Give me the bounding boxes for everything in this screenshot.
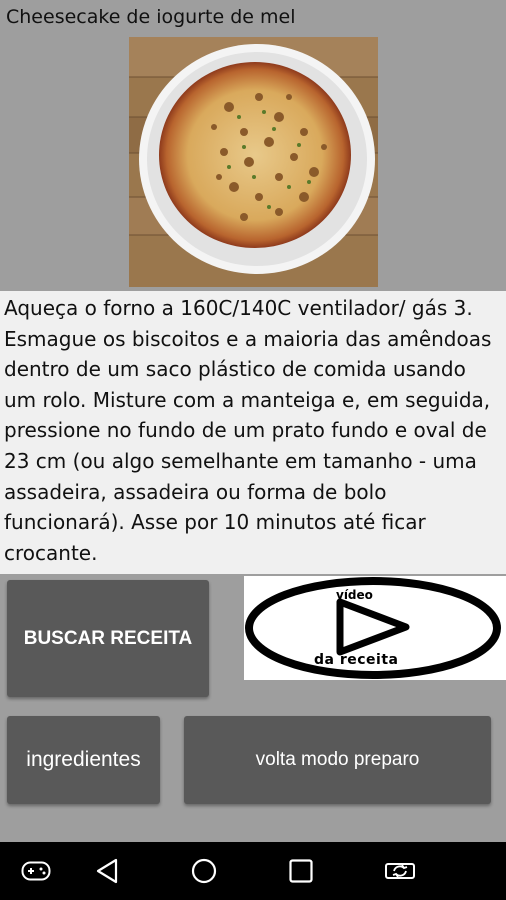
ingredients-button[interactable]: ingredientes bbox=[7, 716, 160, 804]
recipe-photo bbox=[129, 37, 378, 287]
home-icon[interactable] bbox=[190, 857, 218, 885]
recents-icon[interactable] bbox=[288, 858, 314, 884]
recipe-description: Aqueça o forno a 160C/140C ventilador/ g… bbox=[0, 291, 506, 574]
recipe-title: Cheesecake de iogurte de mel bbox=[6, 6, 296, 28]
video-recipe-button[interactable]: vídeo da receita bbox=[244, 576, 506, 680]
back-icon[interactable] bbox=[94, 857, 120, 885]
play-icon bbox=[336, 598, 410, 656]
search-recipe-button[interactable]: BUSCAR RECEITA bbox=[7, 580, 209, 697]
android-navigation-bar bbox=[0, 842, 506, 900]
video-top-label: vídeo bbox=[336, 588, 373, 602]
video-bottom-label: da receita bbox=[314, 652, 399, 668]
screen-rotate-icon[interactable] bbox=[384, 859, 416, 883]
gamepad-icon[interactable] bbox=[21, 861, 51, 881]
back-to-preparation-button[interactable]: volta modo preparo bbox=[184, 716, 491, 804]
